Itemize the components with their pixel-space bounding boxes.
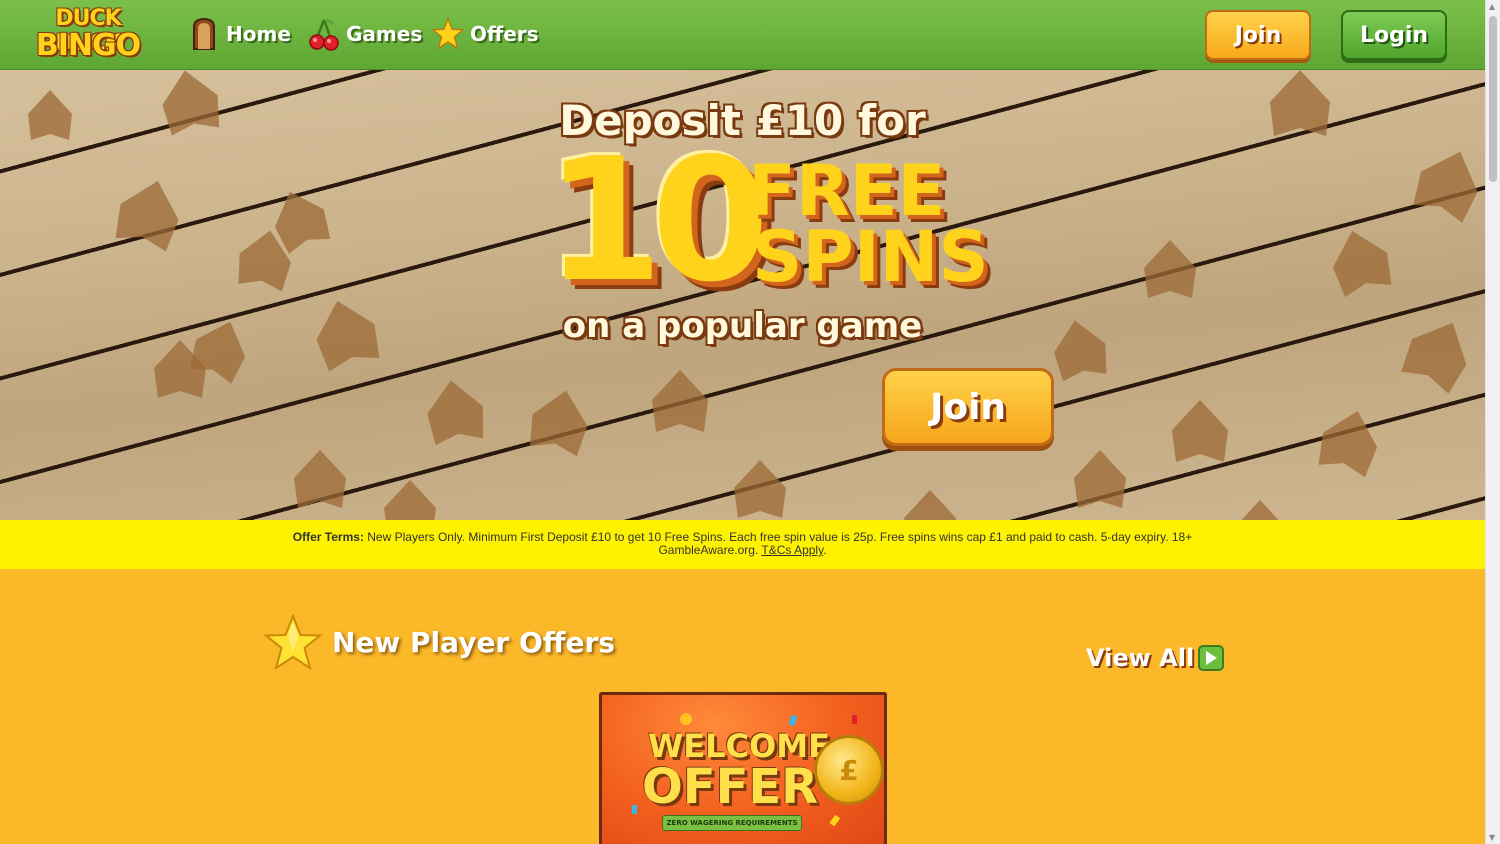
scroll-up-arrow-icon[interactable]: ▲: [1489, 2, 1495, 11]
terms-suffix: .: [823, 543, 827, 557]
nav-home[interactable]: Home: [188, 14, 291, 54]
welcome-offer-card[interactable]: WELCOME OFFER ZERO WAGERING REQUIREMENTS…: [599, 692, 887, 844]
view-all-label: View All: [1086, 644, 1195, 672]
star-icon: [432, 16, 464, 52]
login-button[interactable]: Login: [1341, 10, 1447, 60]
gambleaware-text: GambleAware.org.: [658, 543, 759, 557]
hero-subline: on a popular game: [562, 306, 923, 346]
logo-line2: BINGO: [35, 28, 141, 63]
nav-offers[interactable]: Offers: [432, 14, 539, 54]
hero-banner: Deposit £10 for 10 FREE SPINS on a popul…: [0, 70, 1485, 520]
new-player-offers-title: New Player Offers: [332, 626, 615, 659]
section-star-icon: [263, 613, 323, 672]
hero-join-button[interactable]: Join: [882, 368, 1054, 446]
cherries-icon: [308, 16, 340, 52]
offer-terms-text: New Players Only. Minimum First Deposit …: [367, 530, 1193, 544]
nav-offers-label: Offers: [470, 22, 539, 46]
offer-terms-line2: GambleAware.org. T&Cs Apply.: [0, 544, 1485, 557]
offer-text: OFFER: [642, 759, 819, 815]
zero-wagering-ribbon: ZERO WAGERING REQUIREMENTS: [662, 815, 802, 831]
gold-coin-icon: £: [814, 735, 884, 805]
top-header: DUCK DUCK BINGO Home Games Offers Join L…: [0, 0, 1485, 70]
hero-big-number: 10: [545, 122, 770, 320]
nav-games[interactable]: Games: [308, 14, 422, 54]
nav-games-label: Games: [346, 22, 423, 46]
door-icon: [188, 16, 220, 52]
nav-home-label: Home: [226, 22, 291, 46]
offer-terms-prefix: Offer Terms:: [292, 530, 364, 544]
scroll-thumb[interactable]: [1489, 16, 1497, 182]
hero-spins-text: SPINS: [752, 216, 989, 298]
play-arrow-icon: [1198, 645, 1225, 671]
duck-duck-bingo-logo[interactable]: DUCK DUCK BINGO: [22, 4, 154, 64]
view-all-link[interactable]: View All: [1086, 642, 1225, 674]
join-button[interactable]: Join: [1205, 10, 1311, 60]
tcs-apply-link[interactable]: T&Cs Apply: [761, 543, 823, 557]
offer-terms-bar: Offer Terms: New Players Only. Minimum F…: [0, 520, 1485, 569]
scroll-down-arrow-icon[interactable]: ▼: [1489, 833, 1495, 842]
page-scrollbar[interactable]: ▲ ▼: [1485, 0, 1500, 844]
